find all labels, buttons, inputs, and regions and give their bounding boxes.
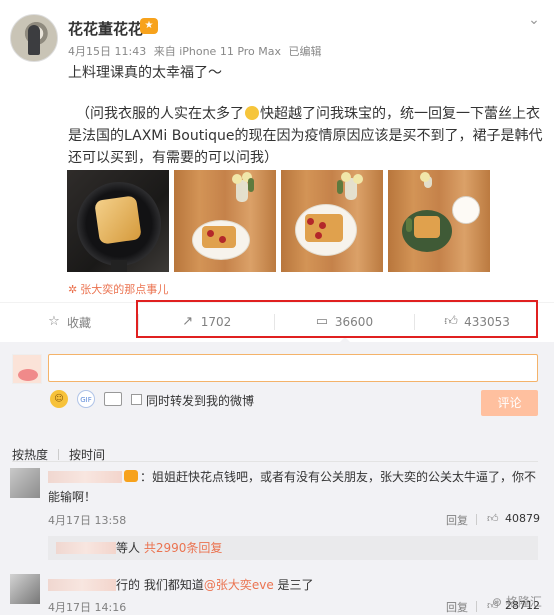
post-meta: 4月15日 11:43 来自 iPhone 11 Pro Max 已编辑 (68, 43, 326, 59)
comment-section: ☺ GIF 同时转发到我的微博 评论 按热度 按时间 ：姐姐赶快花点钱吧，或者有没… (0, 342, 554, 615)
commenter-avatar[interactable] (10, 574, 40, 604)
photo-thumbnail[interactable] (67, 170, 169, 272)
watermark: ⊛ 格隆汇 (492, 595, 542, 609)
laughing-emoji-icon (245, 106, 259, 120)
favorite-button[interactable]: ☆ 收藏 (0, 303, 138, 341)
emoji-icon[interactable]: ☺ (50, 390, 68, 408)
post-text-paragraph: （问我衣服的人实在太多了 快超越了问我珠宝的，统一回复一下蕾丝上衣是法国的LAXM… (68, 103, 543, 169)
post-edited[interactable]: 已编辑 (289, 45, 322, 58)
sparkle-icon: ✲ (68, 283, 78, 296)
repost-count: 1702 (200, 315, 232, 329)
thumbs-up-icon[interactable]: 👍︎ (487, 512, 499, 525)
submit-comment-button[interactable]: 评论 (481, 390, 538, 416)
source-tag-label: 张大奕的那点事儿 (80, 283, 169, 296)
commenter-avatar[interactable] (10, 468, 40, 498)
comment-time: 4月17日 13:58 (48, 514, 127, 527)
image-icon[interactable] (104, 392, 122, 406)
gif-icon[interactable]: GIF (77, 390, 95, 408)
comment-count: 36600 (334, 315, 374, 329)
repost-checkbox-label[interactable]: 同时转发到我的微博 (146, 392, 254, 409)
repost-checkbox[interactable] (131, 394, 142, 405)
vip-badge-icon (124, 470, 138, 482)
thumbs-up-icon: 👍︎ (444, 314, 458, 329)
vip-badge-icon: ★ (140, 18, 158, 34)
sub-replies-link[interactable]: 等人 共2990条回复 (48, 536, 538, 560)
divider (476, 601, 477, 612)
author-avatar[interactable] (10, 14, 58, 62)
repost-button[interactable]: ↗ 1702 (138, 303, 274, 341)
comment-time: 4月17日 14:16 (48, 601, 127, 614)
watermark-label: 格隆汇 (505, 595, 542, 609)
post-text-paragraph-start: （问我衣服的人实在太多了 (76, 106, 244, 122)
reply-button[interactable]: 回复 (446, 512, 468, 528)
comment-body-pre: 行的 我们都知道 (116, 578, 204, 592)
post-text-line1: 上料理课真的太幸福了～ (68, 65, 222, 81)
comment-icon: ▭ (315, 314, 329, 329)
share-icon: ↗ (182, 314, 194, 329)
chevron-down-icon[interactable]: ⌄ (524, 12, 544, 28)
comment-like-count: 40879 (505, 512, 540, 525)
commenter-name-blurred[interactable] (48, 579, 116, 591)
comment-body-post: 是三了 (273, 578, 314, 592)
action-bar: ☆ 收藏 ↗ 1702 ▭ 36600 👍︎ 433053 (0, 303, 554, 342)
my-avatar[interactable] (12, 354, 42, 384)
photo-thumbnail[interactable] (281, 170, 383, 272)
post-date[interactable]: 4月15日 11:43 (68, 45, 146, 58)
photo-grid (67, 170, 497, 274)
source-tag[interactable]: ✲ 张大奕的那点事儿 (68, 281, 168, 297)
star-icon: ☆ (48, 314, 60, 329)
comment-button[interactable]: ▭ 36600 (274, 303, 414, 342)
comment-text: 行的 我们都知道@张大奕eve 是三了 (48, 575, 538, 595)
like-count: 433053 (464, 315, 510, 329)
post-header: 花花董花花 ★ 4月15日 11:43 来自 iPhone 11 Pro Max… (0, 0, 554, 62)
divider (12, 461, 538, 462)
post-source: 来自 iPhone 11 Pro Max (153, 45, 282, 58)
author-name[interactable]: 花花董花花 (68, 18, 143, 39)
comment-input[interactable] (48, 354, 538, 382)
photo-thumbnail[interactable] (388, 170, 490, 272)
reply-button[interactable]: 回复 (446, 599, 468, 615)
replier-names-blurred (56, 542, 116, 554)
divider (476, 514, 477, 525)
like-button[interactable]: 👍︎ 433053 (414, 303, 540, 341)
photo-thumbnail[interactable] (174, 170, 276, 272)
comment-text: ：姐姐赶快花点钱吧，或者有没有公关朋友，张大奕的公关太牛逼了，你不能输啊！ (48, 467, 538, 507)
post-body: 上料理课真的太幸福了～ （问我衣服的人实在太多了 快超越了问我珠宝的，统一回复一下… (68, 62, 543, 169)
favorite-label: 收藏 (66, 315, 91, 330)
commenter-name-blurred[interactable] (48, 471, 122, 483)
comment-mention-link[interactable]: @张大奕eve (204, 578, 274, 592)
sort-by-time-tab[interactable]: 按时间 (69, 448, 105, 462)
sub-replies-suffix: 等人 (116, 541, 141, 555)
sort-by-hot-tab[interactable]: 按热度 (12, 448, 48, 462)
sub-replies-count[interactable]: 共2990条回复 (144, 541, 223, 555)
